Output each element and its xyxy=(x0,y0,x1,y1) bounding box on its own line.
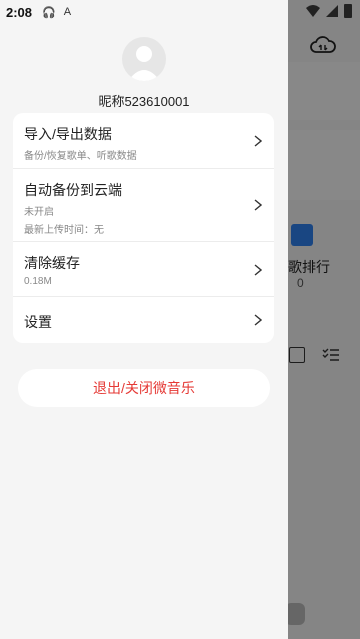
menu-item-subtitle: 备份/恢复歌单、听歌数据 xyxy=(24,151,137,162)
chevron-right-icon xyxy=(254,199,262,211)
menu-item-title: 自动备份到云端 xyxy=(24,182,122,198)
chevron-right-icon xyxy=(254,314,262,326)
menu-item-upload-time: 最新上传时间：无 xyxy=(24,225,104,236)
status-time: 2:08 xyxy=(6,4,33,20)
menu-item-clear-cache[interactable]: 清除缓存 0.18M xyxy=(13,242,274,297)
signal-icon xyxy=(326,5,338,17)
menu-card: 导入/导出数据 备份/恢复歌单、听歌数据 自动备份到云端 未开启 最新上传时间：… xyxy=(13,113,274,343)
menu-item-subtitle: 未开启 xyxy=(24,207,54,218)
menu-item-title: 导入/导出数据 xyxy=(24,126,112,142)
exit-button[interactable]: 退出/关闭微音乐 xyxy=(18,369,270,407)
chevron-right-icon xyxy=(254,135,262,147)
battery-icon xyxy=(344,4,352,18)
notification-a-icon: A xyxy=(63,6,72,18)
menu-item-subtitle: 0.18M xyxy=(24,276,52,287)
menu-item-settings[interactable]: 设置 xyxy=(13,297,274,343)
menu-item-title: 清除缓存 xyxy=(24,255,80,271)
headphones-icon: 🎧 xyxy=(42,6,56,19)
menu-item-title: 设置 xyxy=(24,314,52,330)
nickname[interactable]: 昵称523610001 xyxy=(0,91,288,110)
side-drawer: 昵称523610001 导入/导出数据 备份/恢复歌单、听歌数据 自动备份到云端… xyxy=(0,0,288,639)
chevron-right-icon xyxy=(254,264,262,276)
wifi-icon xyxy=(306,5,320,17)
menu-item-import-export[interactable]: 导入/导出数据 备份/恢复歌单、听歌数据 xyxy=(13,113,274,169)
status-bar: 2:08 🎧 A xyxy=(0,0,360,24)
menu-item-cloud-backup[interactable]: 自动备份到云端 未开启 最新上传时间：无 xyxy=(13,169,274,242)
avatar[interactable] xyxy=(122,37,166,81)
avatar-placeholder-icon xyxy=(128,46,160,81)
